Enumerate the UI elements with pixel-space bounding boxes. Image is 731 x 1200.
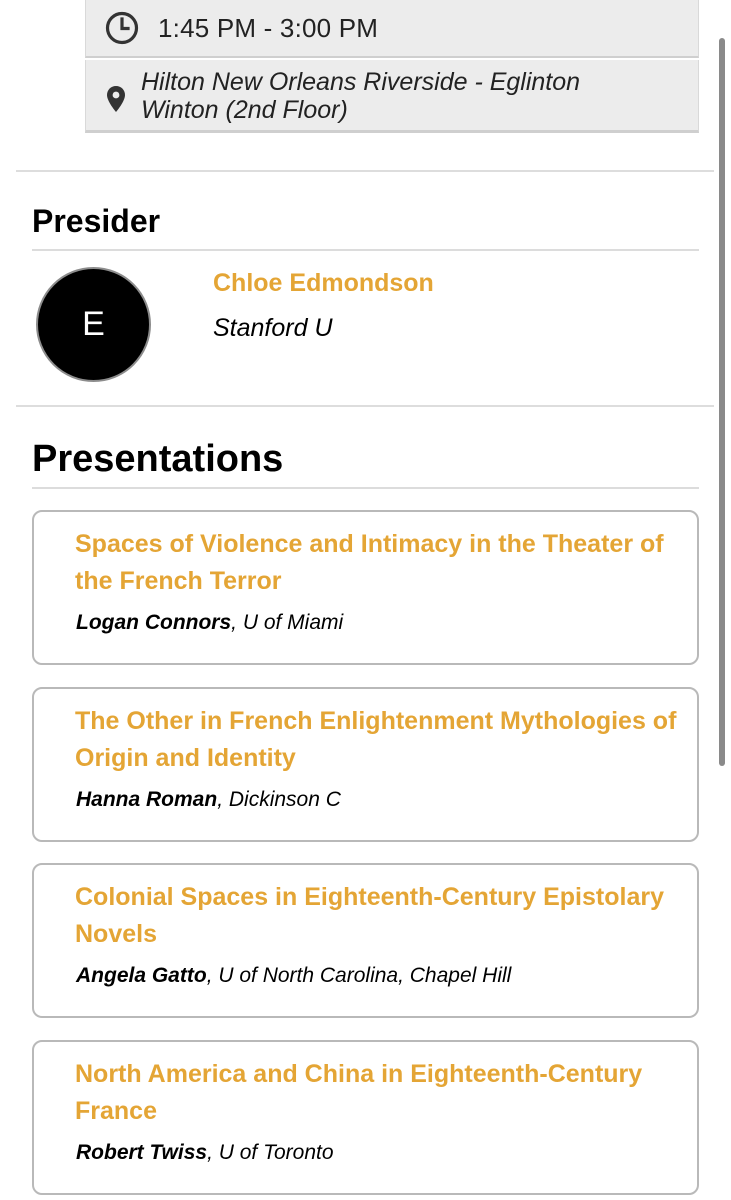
presider-name-link[interactable]: Chloe Edmondson [213, 269, 434, 298]
presentation-card[interactable]: Spaces of Violence and Intimacy in the T… [32, 510, 699, 665]
presider-heading: Presider [32, 203, 161, 239]
presentations-heading: Presentations [32, 438, 284, 480]
session-location-row: Hilton New Orleans Riverside - Eglinton … [85, 60, 699, 133]
presentation-card[interactable]: Colonial Spaces in Eighteenth-Century Ep… [32, 863, 699, 1018]
section-divider [16, 170, 714, 172]
presider-avatar[interactable]: E [36, 267, 151, 382]
session-location[interactable]: Hilton New Orleans Riverside - Eglinton … [141, 68, 661, 124]
presenter-name: Robert Twiss [76, 1141, 208, 1164]
presenter-name: Angela Gatto [76, 964, 207, 987]
presentation-author-line: Robert Twiss, U of Toronto [76, 1141, 334, 1165]
presentation-author-line: Logan Connors, U of Miami [76, 611, 343, 635]
presentation-title[interactable]: Colonial Spaces in Eighteenth-Century Ep… [75, 879, 695, 953]
scrollbar-thumb[interactable] [719, 38, 725, 766]
presentation-title[interactable]: Spaces of Violence and Intimacy in the T… [75, 526, 695, 600]
presenter-name: Hanna Roman [76, 788, 218, 811]
presentation-card[interactable]: North America and China in Eighteenth-Ce… [32, 1040, 699, 1195]
session-detail-page: 1:45 PM - 3:00 PM Hilton New Orleans Riv… [0, 0, 731, 1200]
presentation-title[interactable]: The Other in French Enlightenment Mythol… [75, 703, 695, 777]
presenter-affiliation: , U of Toronto [207, 1141, 334, 1164]
clock-icon [104, 10, 140, 46]
presentations-heading-rule [32, 487, 699, 489]
avatar-initial: E [82, 305, 105, 343]
presider-affiliation: Stanford U [213, 314, 333, 342]
presentation-author-line: Angela Gatto, U of North Carolina, Chape… [76, 964, 511, 988]
presenter-affiliation: , U of Miami [231, 611, 344, 634]
section-divider [16, 405, 714, 407]
presenter-affiliation: , U of North Carolina, Chapel Hill [206, 964, 512, 987]
map-pin-icon [103, 84, 129, 114]
presentation-author-line: Hanna Roman, Dickinson C [76, 788, 341, 812]
presenter-name: Logan Connors [76, 611, 232, 634]
presider-heading-rule [32, 249, 699, 251]
session-time: 1:45 PM - 3:00 PM [158, 12, 379, 43]
presentation-title[interactable]: North America and China in Eighteenth-Ce… [75, 1056, 695, 1130]
session-time-row: 1:45 PM - 3:00 PM [85, 0, 699, 58]
presenter-affiliation: , Dickinson C [217, 788, 341, 811]
presentation-card[interactable]: The Other in French Enlightenment Mythol… [32, 687, 699, 842]
